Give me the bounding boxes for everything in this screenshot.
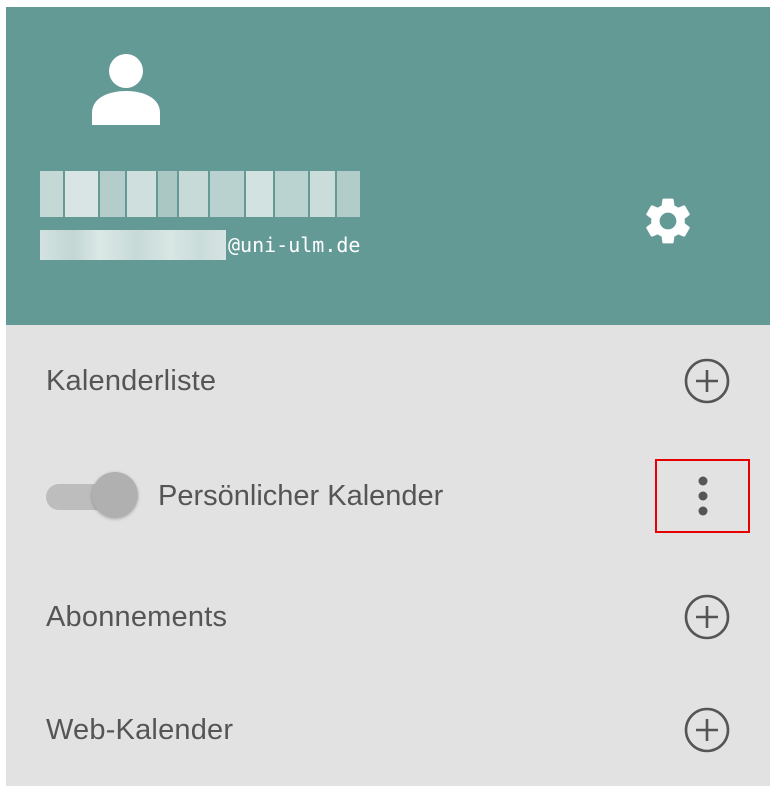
add-calendar-button[interactable] <box>682 356 732 406</box>
more-vertical-icon <box>698 476 707 516</box>
email-domain: @uni-ulm.de <box>228 233 361 257</box>
add-web-calendar-button[interactable] <box>682 705 732 755</box>
profile-header: @uni-ulm.de <box>6 7 770 325</box>
calendar-options-button[interactable] <box>655 459 750 533</box>
add-subscription-button[interactable] <box>682 592 732 642</box>
user-email: @uni-ulm.de <box>40 227 360 263</box>
settings-button[interactable] <box>638 191 698 251</box>
avatar <box>88 53 164 125</box>
toggle-thumb <box>92 472 138 518</box>
gear-icon <box>646 198 690 244</box>
user-name-redacted <box>40 171 360 217</box>
subscriptions-label: Abonnements <box>46 600 228 633</box>
plus-circle-icon <box>684 358 730 404</box>
calendar-item-personal: Persönlicher Kalender <box>6 459 770 533</box>
personal-calendar-label: Persönlicher Kalender <box>158 479 444 512</box>
person-icon <box>92 54 160 125</box>
web-calendar-label: Web-Kalender <box>46 713 234 746</box>
web-calendar-section: Web-Kalender <box>6 700 770 760</box>
calendar-list-section: Kalenderliste <box>6 351 770 411</box>
personal-calendar-toggle[interactable] <box>46 470 138 522</box>
calendar-sidebar: @uni-ulm.de Kalenderliste Persönlicher K… <box>6 7 770 786</box>
plus-circle-icon <box>684 594 730 640</box>
plus-circle-icon <box>684 707 730 753</box>
email-local-part-redacted <box>40 230 226 260</box>
calendar-list-label: Kalenderliste <box>46 364 217 397</box>
subscriptions-section: Abonnements <box>6 587 770 647</box>
